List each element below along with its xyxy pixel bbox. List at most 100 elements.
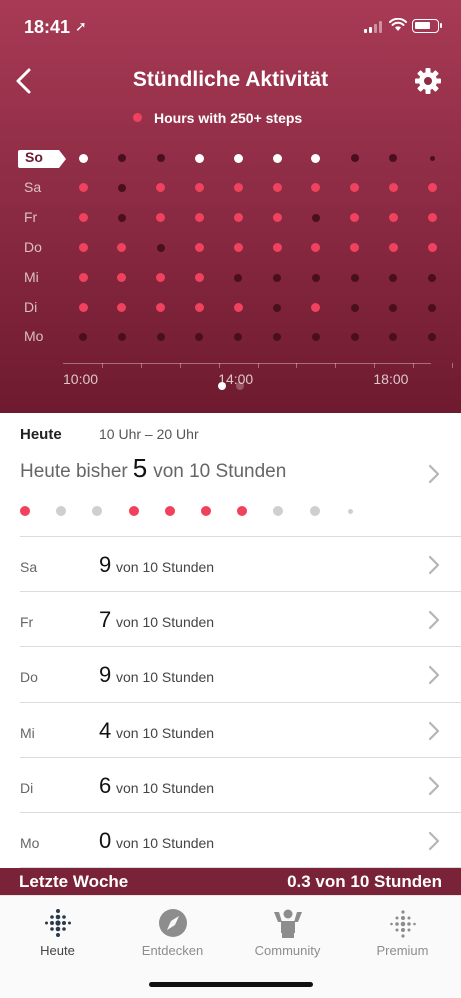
activity-dot [272,243,282,253]
activity-dot [350,243,360,253]
activity-dot [272,153,282,163]
activity-dot [117,303,127,312]
today-summary-prefix: Heute bisher [20,461,128,482]
activity-dot [311,273,320,282]
day-row-mi[interactable]: Mi 4 von 10 Stunden [20,701,461,757]
activity-dot [117,333,126,342]
legend-label: Hours with 250+ steps [154,110,303,126]
activity-dot [194,213,204,223]
tab-premium[interactable]: Premium [345,896,460,966]
activity-dot [388,183,398,193]
activity-dot [389,303,398,312]
page-dot[interactable] [236,382,244,390]
activity-dot [350,273,359,282]
settings-gear-icon[interactable] [413,66,443,96]
day-label-mi: Mi [24,268,39,285]
compass-icon [159,909,187,937]
activity-dot [389,273,398,282]
activity-dot [194,183,204,193]
today-summary-row[interactable]: Heute bisher 5 von 10 Stunden [20,453,286,484]
today-hour-dot [92,506,103,516]
activity-dot [194,243,204,253]
chevron-right-icon[interactable] [428,776,440,796]
activity-dot [156,333,165,342]
community-icon [274,909,302,938]
tab-heute[interactable]: Heute [0,896,115,966]
activity-dot [350,333,359,342]
day-label-do: Do [24,238,42,255]
day-row-suffix: von 10 Stunden [116,779,215,796]
activity-dot [311,333,320,342]
day-row-fr[interactable]: Fr 7 von 10 Stunden [20,591,461,646]
activity-dot [428,303,437,312]
activity-dot [78,153,88,163]
activity-dot [350,154,359,162]
activity-dot [78,273,88,283]
activity-dot [272,183,282,193]
day-row-label: Mi [20,724,35,741]
tab-entdecken[interactable]: Entdecken [115,896,230,966]
day-row-suffix: von 10 Stunden [116,724,215,741]
activity-dot [273,303,281,312]
status-time: 18:41 [24,17,71,37]
activity-dot [350,213,360,223]
x-axis-tick [374,363,375,368]
last-week-bar[interactable]: Letzte Woche 0.3 von 10 Stunden [0,868,461,895]
tab-label: Heute [40,943,75,958]
activity-dot [234,273,243,282]
activity-dot [427,243,437,253]
fitbit-dots-icon [45,909,71,937]
day-row-mo[interactable]: Mo 0 von 10 Stunden [20,812,461,867]
tab-label: Entdecken [141,943,204,958]
activity-dot [273,333,281,342]
day-row-count: 0 [99,828,112,853]
activity-dot [156,154,165,162]
chevron-right-icon[interactable] [428,665,440,685]
activity-dot [233,213,243,223]
day-row-count: 6 [99,772,112,798]
today-hour-dot [348,508,354,514]
activity-dot [195,333,204,342]
battery-icon [412,19,442,33]
activity-dot [311,183,321,193]
activity-dot [273,273,281,282]
tab-community[interactable]: Community [230,896,345,966]
activity-dot [311,153,321,163]
home-indicator [149,982,313,987]
activity-dot [117,154,126,162]
page-title: Stündliche Aktivität [132,68,329,91]
chevron-right-icon[interactable] [428,464,440,484]
activity-dot [389,154,398,162]
day-row-suffix: von 10 Stunden [116,559,215,575]
day-row-do[interactable]: Do 9 von 10 Stunden [20,646,461,701]
day-row-di[interactable]: Di 6 von 10 Stunden [20,756,461,812]
activity-dot [233,153,243,163]
activity-dot [311,303,321,312]
day-label-so: So [25,149,43,165]
page-dot[interactable] [218,382,226,390]
day-label-fr: Fr [24,208,38,225]
day-row-sa[interactable]: Sa 9 von 10 Stunden [20,536,461,591]
activity-dot [194,153,204,163]
today-hour-dot [237,506,248,516]
day-row-label: Sa [20,559,38,575]
chevron-right-icon[interactable] [428,831,440,851]
activity-header-panel: 18:41 ➚ Stündliche Aktivität Hours with … [0,0,461,413]
x-axis-tick [412,363,414,368]
location-arrow-icon: ➚ [75,18,87,34]
chevron-right-icon[interactable] [428,610,440,630]
activity-dot [194,303,204,312]
day-row-count: 9 [99,662,112,688]
activity-dot [78,303,88,312]
chevron-right-icon[interactable] [428,721,440,741]
today-hour-dot [56,506,67,516]
chevron-right-icon[interactable] [428,555,440,575]
premium-dots-icon [390,910,416,938]
day-row-suffix: von 10 Stunden [116,669,215,686]
activity-dot [78,183,88,193]
activity-dot [156,243,165,252]
cellular-signal-icon [364,21,384,33]
x-axis-line [63,363,431,364]
today-count: 5 [132,453,148,483]
today-hour-dot [20,506,30,516]
